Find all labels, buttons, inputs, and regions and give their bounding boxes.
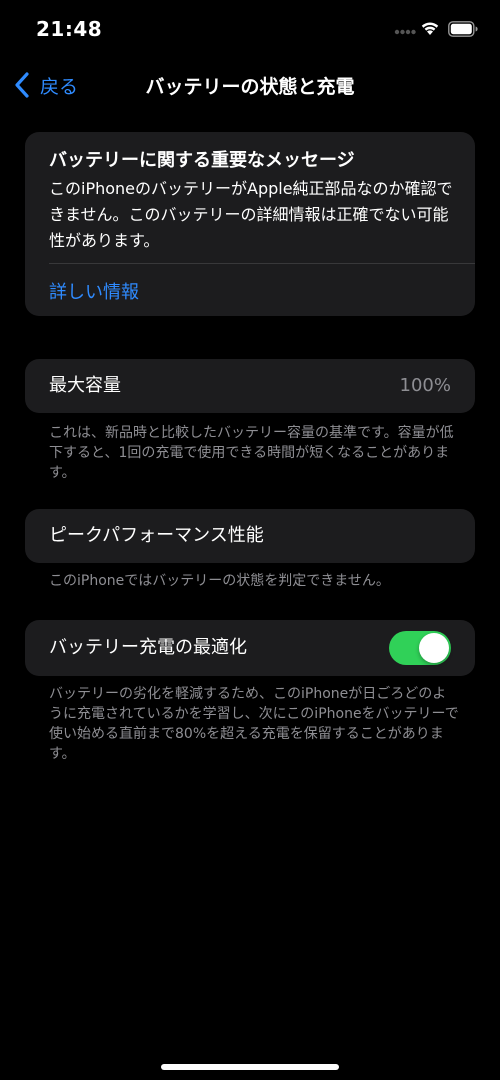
max-capacity-label: 最大容量 — [49, 375, 121, 396]
optimized-charging-footnote: バッテリーの劣化を軽減するため、このiPhoneが日ごろどのように充電されている… — [49, 686, 459, 762]
toggle-knob — [419, 633, 449, 663]
message-divider — [49, 263, 475, 264]
home-indicator[interactable] — [161, 1064, 339, 1070]
learn-more-link[interactable]: 詳しい情報 — [49, 278, 139, 304]
max-capacity-footnote: これは、新品時と比較したバッテリー容量の基準です。容量が低下すると、1回の充電で… — [49, 425, 454, 481]
message-title: バッテリーに関する重要なメッセージ — [49, 150, 355, 171]
signal-dots-icon — [394, 29, 416, 35]
optimized-charging-label: バッテリー充電の最適化 — [49, 637, 247, 658]
wifi-icon — [421, 22, 439, 35]
max-capacity-value: 100% — [399, 375, 451, 396]
peak-performance-label: ピークパフォーマンス性能 — [49, 525, 264, 546]
optimized-charging-toggle[interactable] — [389, 631, 451, 665]
optimized-charging-row: バッテリー充電の最適化 — [25, 620, 475, 676]
status-bar: 21:48 — [0, 0, 500, 56]
battery-icon — [448, 21, 478, 37]
peak-performance-footnote: このiPhoneではバッテリーの状態を判定できません。 — [49, 573, 390, 589]
message-body: このiPhoneのバッテリーがApple純正部品なのか確認できません。このバッテ… — [49, 179, 453, 250]
back-label: 戻る — [40, 75, 79, 98]
chevron-left-icon — [15, 72, 29, 98]
max-capacity-row: 最大容量 100% — [25, 359, 475, 413]
status-time: 21:48 — [36, 17, 103, 41]
peak-performance-row: ピークパフォーマンス性能 — [25, 509, 475, 563]
back-button[interactable]: 戻る — [14, 70, 78, 100]
